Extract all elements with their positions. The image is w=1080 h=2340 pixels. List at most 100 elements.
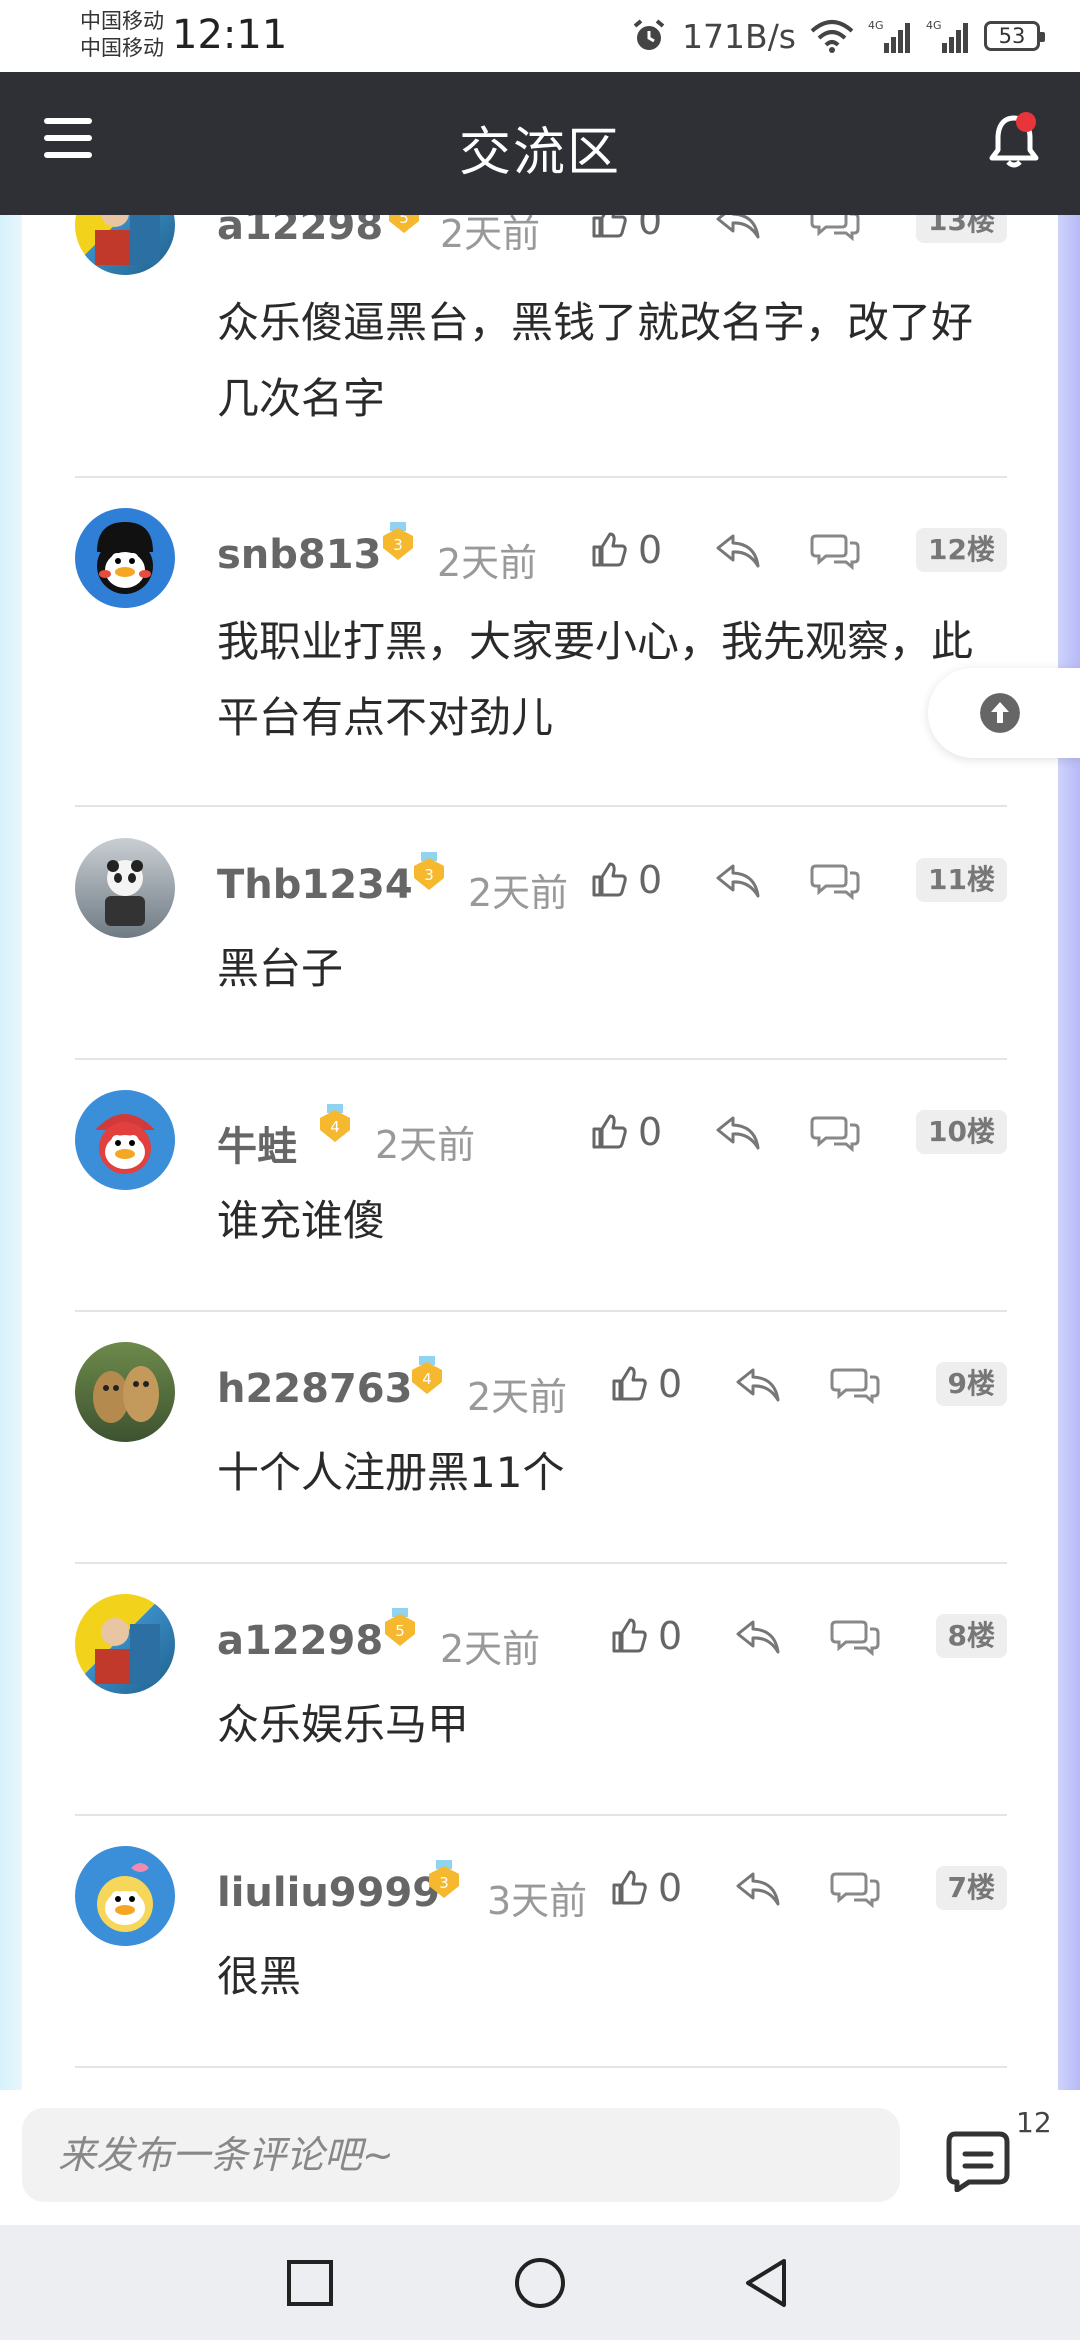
svg-text:3: 3 [424,866,434,884]
comment-item: 牛蛙 4 2天前 0 10楼 谁充谁傻 [75,1060,1007,1312]
reply-icon[interactable] [715,534,761,568]
chat-icon[interactable] [830,1868,880,1908]
avatar-image [97,1863,153,1932]
chat-icon[interactable] [810,215,860,241]
username[interactable]: snb813 [217,532,381,578]
svg-text:3: 3 [393,536,403,554]
comment-item: a12298 5 2天前 0 13楼 众乐傻逼黑台，黑钱了就改名字，改了好几次名… [75,215,1007,478]
comment-icon [946,2131,1010,2193]
like-button[interactable]: 0 [590,858,662,902]
comment-count: 12 [1016,2106,1052,2139]
comment-time: 2天前 [468,871,569,915]
comment-text: 十个人注册黑11个 [217,1448,565,1497]
svg-text:4: 4 [330,1118,340,1136]
comment-text: 众乐傻逼黑台，黑钱了就改名字，改了好几次名字 [217,298,974,423]
level-badge-icon: 3 [429,1860,459,1898]
floor-badge: 9楼 [935,1362,1007,1406]
like-button[interactable]: 0 [590,215,662,243]
svg-text:5: 5 [395,1622,405,1640]
like-button[interactable]: 0 [590,528,662,572]
comments-button[interactable] [945,2130,1015,2193]
avatar-image [95,215,160,265]
avatar[interactable] [75,1846,175,1946]
status-bar: 中国移动 中国移动 12:11 171B/s 4G 4G 53 [0,0,1080,72]
avatar[interactable] [75,838,175,938]
avatar[interactable] [75,508,175,608]
alarm-icon [633,19,665,50]
comment-item: Thb1234 3 2天前 0 11楼 黑台子 [75,808,1007,1060]
chat-icon[interactable] [810,530,860,570]
comment-text: 众乐娱乐马甲 [217,1700,470,1749]
comment-text: 很黑 [217,1952,302,2001]
floor-badge: 7楼 [935,1866,1007,1910]
username[interactable]: liuliu9999 [217,1870,440,1916]
chat-icon[interactable] [810,1112,860,1152]
signal-icon: 4G [868,19,910,53]
like-button[interactable]: 0 [610,1362,682,1406]
floor-badge: 8楼 [935,1614,1007,1658]
chat-icon[interactable] [830,1616,880,1656]
scroll-to-top-button[interactable] [928,668,1080,758]
svg-text:3: 3 [439,1874,449,1892]
thumbs-up-icon [612,1618,647,1653]
username[interactable]: a12298 [217,1618,383,1664]
avatar-image [95,1618,160,1684]
reply-icon[interactable] [735,1368,781,1402]
comment-text: 我职业打黑，大家要小心，我先观察，此平台有点不对劲儿 [217,617,974,742]
recent-apps-icon[interactable] [280,2253,340,2313]
like-count: 0 [638,528,663,572]
level-badge-icon: 3 [414,852,444,890]
level-badge-icon: 4 [320,1104,350,1142]
avatar-image [105,860,145,926]
header: 交流区 [0,72,1080,215]
reply-icon[interactable] [715,864,761,898]
comment-time: 2天前 [440,215,541,256]
username[interactable]: a12298 [217,215,383,249]
username[interactable]: h228763 [217,1366,412,1412]
level-badge-icon: 4 [412,1356,442,1394]
notification-dot [1016,112,1036,132]
notification-button[interactable] [986,110,1042,170]
like-button[interactable]: 0 [590,1110,662,1154]
like-count: 0 [638,858,663,902]
system-nav-bar [0,2225,1080,2340]
level-badge-icon: 5 [389,215,419,233]
comment-item: a12298 5 2天前 0 8楼 众乐娱乐马甲 [75,1564,1007,1816]
comment-item: h228763 4 2天前 0 9楼 十个人注册黑11个 [75,1312,1007,1564]
username[interactable]: 牛蛙 [217,1114,297,1172]
floor-badge: 11楼 [916,858,1007,902]
reply-icon[interactable] [715,215,761,239]
avatar[interactable] [75,215,175,275]
status-time: 12:11 [172,12,288,58]
like-count: 0 [638,1110,663,1154]
comment-item: snb813 3 2天前 0 12楼 我职业打黑，大家要小心，我先观察，此平台有… [75,478,1007,807]
avatar[interactable] [75,1594,175,1694]
like-count: 0 [638,215,663,243]
home-icon[interactable] [510,2253,570,2313]
like-button[interactable]: 0 [610,1614,682,1658]
avatar[interactable] [75,1342,175,1442]
chat-icon[interactable] [830,1364,880,1404]
back-icon[interactable] [738,2253,798,2313]
carrier-1: 中国移动 [80,9,164,33]
reply-icon[interactable] [715,1116,761,1150]
like-count: 0 [658,1866,683,1910]
reply-icon[interactable] [735,1620,781,1654]
thumbs-up-icon [612,1366,647,1401]
chat-icon[interactable] [810,860,860,900]
avatar[interactable] [75,1090,175,1190]
comment-time: 3天前 [487,1879,588,1923]
reply-icon[interactable] [735,1872,781,1906]
avatar-image [93,1366,159,1423]
comment-text: 黑台子 [217,944,344,993]
comment-time: 2天前 [437,541,538,585]
thumbs-up-icon [592,862,627,897]
like-button[interactable]: 0 [610,1866,682,1910]
thumbs-up-icon [592,1114,627,1149]
battery-icon: 53 [984,21,1045,51]
username[interactable]: Thb1234 [217,862,413,908]
comment-text: 谁充谁傻 [217,1196,386,1245]
comment-input[interactable]: 来发布一条评论吧~ [22,2108,900,2202]
screen: 中国移动 中国移动 12:11 171B/s 4G 4G 53 交流区 a122… [0,0,1080,2340]
comment-list: a12298 5 2天前 0 13楼 众乐傻逼黑台，黑钱了就改名字，改了好几次名… [0,215,1080,2090]
